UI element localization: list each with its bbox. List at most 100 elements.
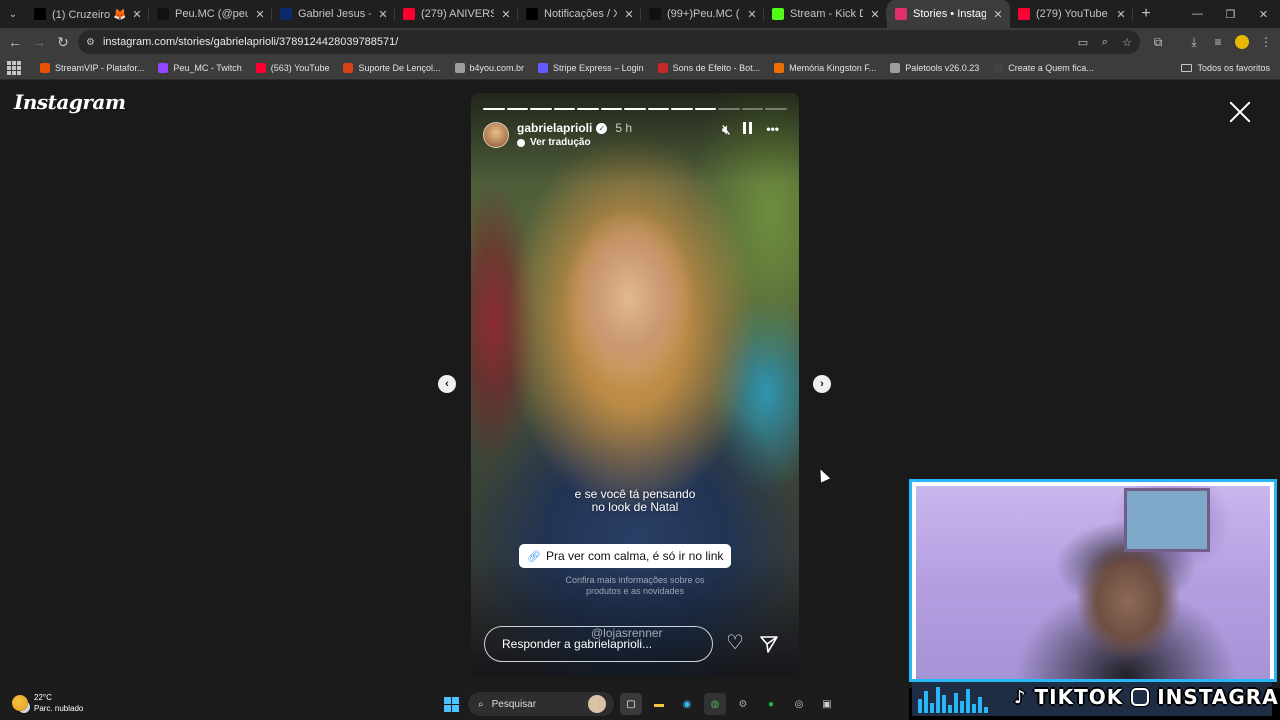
tab-search-button[interactable]: ⌄ xyxy=(0,0,26,28)
link-sticker[interactable]: 🔗︎ Pra ver com calma, é só ir no link xyxy=(519,544,732,568)
close-tab-icon[interactable]: ✕ xyxy=(254,8,266,21)
browser-tab[interactable]: (279) YouTube ✕ xyxy=(1010,0,1133,28)
browser-tab[interactable]: Stories • Instagram ✕ xyxy=(887,0,1010,28)
bookmark-item[interactable]: Paletools v26.0.23 xyxy=(886,62,983,73)
browser-tab[interactable]: (279) ANIVERSÁR ✕ xyxy=(395,0,518,28)
mute-icon[interactable]: 🔇︎ xyxy=(722,122,730,138)
app-icon[interactable]: ◎ xyxy=(788,693,810,715)
file-explorer-icon[interactable]: ▬ xyxy=(648,693,670,715)
progress-segment xyxy=(624,108,646,110)
spotify-icon[interactable]: ● xyxy=(760,693,782,715)
taskbar-search[interactable]: ⌕ Pesquisar xyxy=(468,692,614,716)
folder-icon xyxy=(1181,64,1193,72)
bookmark-item[interactable]: Create a Quem fica... xyxy=(989,62,1098,73)
social-banner: ♪ TIKTOK INSTAGRAM xyxy=(912,682,1280,716)
browser-tab[interactable]: Peu.MC (@peu.mc) | ✕ xyxy=(149,0,272,28)
kick-icon xyxy=(772,8,784,20)
profile-avatar[interactable] xyxy=(1230,30,1254,54)
bookmark-favicon-icon xyxy=(158,62,169,73)
download-icon[interactable]: ⤓ xyxy=(1182,30,1206,54)
close-tab-icon[interactable]: ✕ xyxy=(1115,8,1127,21)
settings-gear-icon[interactable]: ⚙ xyxy=(732,693,754,715)
menu-icon[interactable]: ⋮ xyxy=(1254,30,1278,54)
bookmark-label: Peu_MC - Twitch xyxy=(173,62,242,73)
close-tab-icon[interactable]: ✕ xyxy=(500,8,512,21)
close-tab-icon[interactable]: ✕ xyxy=(869,8,881,21)
mention-sticker[interactable]: @lojasrenner xyxy=(591,626,663,640)
obs-icon[interactable]: ▣ xyxy=(816,693,838,715)
translate-link[interactable]: Ver tradução xyxy=(517,137,591,148)
reading-list-icon[interactable]: ≡ xyxy=(1206,30,1230,54)
more-options-icon[interactable]: ••• xyxy=(766,122,779,138)
social-handles: ♪ TIKTOK INSTAGRAM xyxy=(1014,685,1280,709)
story-username[interactable]: gabrielaprioli ✓ 5 h xyxy=(517,121,632,135)
tab-title: Notificações / X xyxy=(544,8,617,20)
bookmark-item[interactable]: b4you.com.br xyxy=(451,62,529,73)
bookmark-item[interactable]: Stripe Express – Login xyxy=(534,62,648,73)
tab-title: (99+)Peu.MC (@peu. xyxy=(667,8,740,20)
pause-icon[interactable] xyxy=(743,122,753,134)
browser-tab[interactable]: Notificações / X ✕ xyxy=(518,0,641,28)
story-media[interactable]: gabrielaprioli ✓ 5 h Ver tradução 🔇︎ •••… xyxy=(471,93,799,676)
bookmark-favicon-icon xyxy=(454,62,465,73)
progress-segment xyxy=(671,108,693,110)
chrome-icon[interactable]: ◍ xyxy=(704,693,726,715)
close-tab-icon[interactable]: ✕ xyxy=(992,8,1004,21)
close-tab-icon[interactable]: ✕ xyxy=(623,8,635,21)
browser-tab[interactable]: (1) Cruzeiro 🦊 (@Cr ✕ xyxy=(26,0,149,28)
bookmark-item[interactable]: Sons de Efeito - Bot... xyxy=(654,62,765,73)
webcam-overlay xyxy=(909,479,1277,682)
weather-widget[interactable]: 22°C Parc. nublado xyxy=(12,692,83,714)
progress-segment xyxy=(718,108,740,110)
star-icon[interactable]: ☆ xyxy=(1120,36,1134,49)
instagram-logo[interactable]: Instagram xyxy=(14,90,126,114)
bookmark-item[interactable]: Suporte De Lençol... xyxy=(339,62,444,73)
avatar[interactable] xyxy=(483,122,509,148)
youtube-icon xyxy=(1018,8,1030,20)
site-info-icon[interactable]: ⚙ xyxy=(86,37,95,48)
browser-tab[interactable]: Gabriel Jesus - Histó ✕ xyxy=(272,0,395,28)
extensions-icon[interactable]: ⧉ xyxy=(1146,30,1170,54)
visualizer-bar xyxy=(948,705,952,713)
omnibox-actions: ▭ ⌕ ☆ xyxy=(1076,30,1134,54)
minimize-icon[interactable]: — xyxy=(1181,0,1214,28)
address-bar[interactable]: ⚙ instagram.com/stories/gabrielaprioli/3… xyxy=(78,30,1140,54)
previous-story-button[interactable]: ‹ xyxy=(438,375,456,393)
start-button[interactable] xyxy=(440,693,462,715)
forward-button[interactable]: → xyxy=(27,30,51,54)
next-story-button[interactable]: › xyxy=(813,375,831,393)
bookmark-item[interactable]: Peu_MC - Twitch xyxy=(154,62,245,73)
tiktok-icon xyxy=(649,8,661,20)
progress-segment xyxy=(741,108,764,110)
close-tab-icon[interactable]: ✕ xyxy=(746,8,758,21)
close-window-icon[interactable]: ✕ xyxy=(1247,0,1280,28)
story-header: gabrielaprioli ✓ 5 h Ver tradução 🔇︎ ••• xyxy=(483,120,787,154)
close-tab-icon[interactable]: ✕ xyxy=(377,8,389,21)
edge-icon[interactable]: ◉ xyxy=(676,693,698,715)
bookmark-item[interactable]: Memória Kingston F... xyxy=(770,62,880,73)
all-bookmarks-button[interactable]: Todos os favoritos xyxy=(1181,56,1270,80)
bookmark-item[interactable]: (563) YouTube xyxy=(252,62,334,73)
temperature: 22°C xyxy=(34,693,52,702)
close-tab-icon[interactable]: ✕ xyxy=(131,8,143,21)
send-icon[interactable] xyxy=(759,634,779,654)
instagram-icon xyxy=(1131,688,1150,706)
close-story-icon[interactable] xyxy=(1228,100,1252,124)
browser-tab[interactable]: Stream - Kick Dashbo ✕ xyxy=(764,0,887,28)
visualizer-bar xyxy=(930,703,934,713)
new-tab-button[interactable]: + xyxy=(1133,5,1159,23)
bookmark-label: b4you.com.br xyxy=(469,62,525,73)
task-view-icon[interactable]: ▢ xyxy=(620,693,642,715)
apps-grid-icon[interactable] xyxy=(6,60,22,76)
zoom-icon[interactable]: ⌕ xyxy=(1098,36,1112,49)
reload-button[interactable]: ↻ xyxy=(51,30,75,54)
bookmark-favicon-icon xyxy=(343,62,354,73)
browser-tab[interactable]: (99+)Peu.MC (@peu. ✕ xyxy=(641,0,764,28)
cast-icon[interactable]: ▭ xyxy=(1076,36,1090,49)
like-heart-icon[interactable]: ♡ xyxy=(726,633,746,654)
back-button[interactable]: ← xyxy=(3,30,27,54)
tab-title: Stories • Instagram xyxy=(913,8,986,20)
maximize-icon[interactable]: ❐ xyxy=(1214,0,1247,28)
bookmark-item[interactable]: StreamVIP - Platafor... xyxy=(36,62,148,73)
visualizer-bar xyxy=(984,707,988,713)
